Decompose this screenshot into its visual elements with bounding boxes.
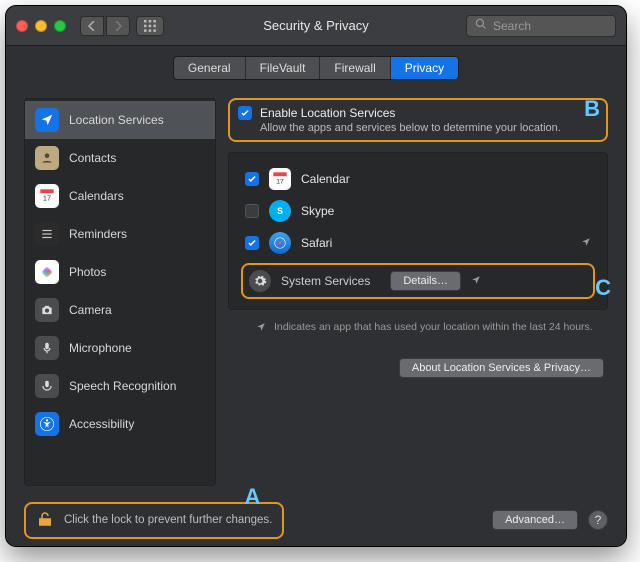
forward-button[interactable]: [106, 16, 130, 36]
content-area: B Enable Location Services Allow the app…: [228, 98, 608, 486]
recent-location-indicator-icon: [581, 236, 591, 250]
location-arrow-icon: [256, 322, 266, 336]
app-label: Skype: [301, 204, 334, 218]
sidebar-item-label: Photos: [69, 265, 106, 279]
speech-icon: [35, 374, 59, 398]
back-button[interactable]: [80, 16, 104, 36]
sidebar-item-label: Camera: [69, 303, 112, 317]
sidebar-item-label: Contacts: [69, 151, 116, 165]
search-icon: [475, 18, 487, 33]
sidebar-item-microphone[interactable]: Microphone: [25, 329, 215, 367]
help-button[interactable]: ?: [588, 510, 608, 530]
accessibility-icon: [35, 412, 59, 436]
calendar-icon: 17: [35, 184, 59, 208]
app-checkbox-safari[interactable]: [245, 236, 259, 250]
hint-text: Indicates an app that has used your loca…: [274, 320, 593, 334]
annotation-a: A: [245, 484, 261, 510]
safari-app-icon: [269, 232, 291, 254]
sidebar-item-contacts[interactable]: Contacts: [25, 139, 215, 177]
sidebar-item-label: Accessibility: [69, 417, 134, 431]
show-all-button[interactable]: [136, 16, 164, 36]
gear-icon: [249, 270, 271, 292]
sidebar-item-location-services[interactable]: Location Services: [25, 101, 215, 139]
sidebar-item-photos[interactable]: Photos: [25, 253, 215, 291]
app-row-skype: S Skype: [241, 195, 595, 227]
search-field[interactable]: Search: [466, 15, 616, 37]
nav-buttons: [80, 16, 130, 36]
enable-location-label: Enable Location Services: [260, 106, 395, 120]
details-button[interactable]: Details…: [390, 271, 461, 291]
tab-privacy[interactable]: Privacy: [391, 57, 458, 79]
lock-icon: [36, 510, 54, 531]
app-label: Safari: [301, 236, 332, 250]
sidebar-item-label: Location Services: [69, 113, 164, 127]
photos-icon: [35, 260, 59, 284]
app-label: Calendar: [301, 172, 350, 186]
search-placeholder: Search: [493, 19, 531, 33]
minimize-window-button[interactable]: [35, 20, 47, 32]
sidebar-item-camera[interactable]: Camera: [25, 291, 215, 329]
app-checkbox-skype[interactable]: [245, 204, 259, 218]
sidebar-item-accessibility[interactable]: Accessibility: [25, 405, 215, 443]
svg-text:17: 17: [276, 179, 284, 186]
privacy-sidebar[interactable]: Location Services Contacts 17 Calendars …: [24, 98, 216, 486]
annotation-c: C: [595, 275, 611, 301]
advanced-button[interactable]: Advanced…: [492, 510, 578, 530]
calendar-app-icon: 17: [269, 168, 291, 190]
camera-icon: [35, 298, 59, 322]
about-location-button[interactable]: About Location Services & Privacy…: [399, 358, 604, 378]
sidebar-item-calendars[interactable]: 17 Calendars: [25, 177, 215, 215]
close-window-button[interactable]: [16, 20, 28, 32]
lock-text: Click the lock to prevent further change…: [64, 514, 272, 526]
sidebar-item-label: Microphone: [69, 341, 132, 355]
lock-section[interactable]: A Click the lock to prevent further chan…: [24, 502, 284, 539]
app-row-calendar: 17 Calendar: [241, 163, 595, 195]
preferences-window: Security & Privacy Search General FileVa…: [6, 6, 626, 546]
location-indicator-hint: Indicates an app that has used your loca…: [256, 320, 604, 336]
tab-general[interactable]: General: [174, 57, 246, 79]
sidebar-item-label: Reminders: [69, 227, 127, 241]
system-services-label: System Services: [281, 274, 370, 288]
app-row-safari: Safari: [241, 227, 595, 259]
location-arrow-icon: [35, 108, 59, 132]
tab-filevault[interactable]: FileVault: [246, 57, 321, 79]
enable-location-description: Allow the apps and services below to det…: [238, 122, 596, 134]
skype-app-icon: S: [269, 200, 291, 222]
sidebar-item-reminders[interactable]: Reminders: [25, 215, 215, 253]
annotation-b: B: [584, 96, 600, 122]
svg-text:S: S: [277, 206, 283, 216]
footer: A Click the lock to prevent further chan…: [6, 494, 626, 546]
system-services-row: C System Services Details…: [241, 263, 595, 299]
sidebar-item-label: Speech Recognition: [69, 379, 176, 393]
reminders-icon: [35, 222, 59, 246]
sidebar-item-label: Calendars: [69, 189, 124, 203]
tab-bar: General FileVault Firewall Privacy: [6, 46, 626, 90]
tabs: General FileVault Firewall Privacy: [173, 56, 459, 80]
svg-text:17: 17: [43, 194, 51, 203]
traffic-lights: [16, 20, 66, 32]
app-checkbox-calendar[interactable]: [245, 172, 259, 186]
sidebar-item-speech-recognition[interactable]: Speech Recognition: [25, 367, 215, 405]
main-pane: Location Services Contacts 17 Calendars …: [6, 90, 626, 494]
zoom-window-button[interactable]: [54, 20, 66, 32]
app-permissions-list[interactable]: 17 Calendar S Skype: [228, 152, 608, 310]
contacts-icon: [35, 146, 59, 170]
enable-location-section: B Enable Location Services Allow the app…: [228, 98, 608, 142]
enable-location-checkbox[interactable]: [238, 106, 252, 120]
recent-location-indicator-icon: [471, 274, 481, 288]
tab-firewall[interactable]: Firewall: [320, 57, 390, 79]
microphone-icon: [35, 336, 59, 360]
titlebar: Security & Privacy Search: [6, 6, 626, 46]
